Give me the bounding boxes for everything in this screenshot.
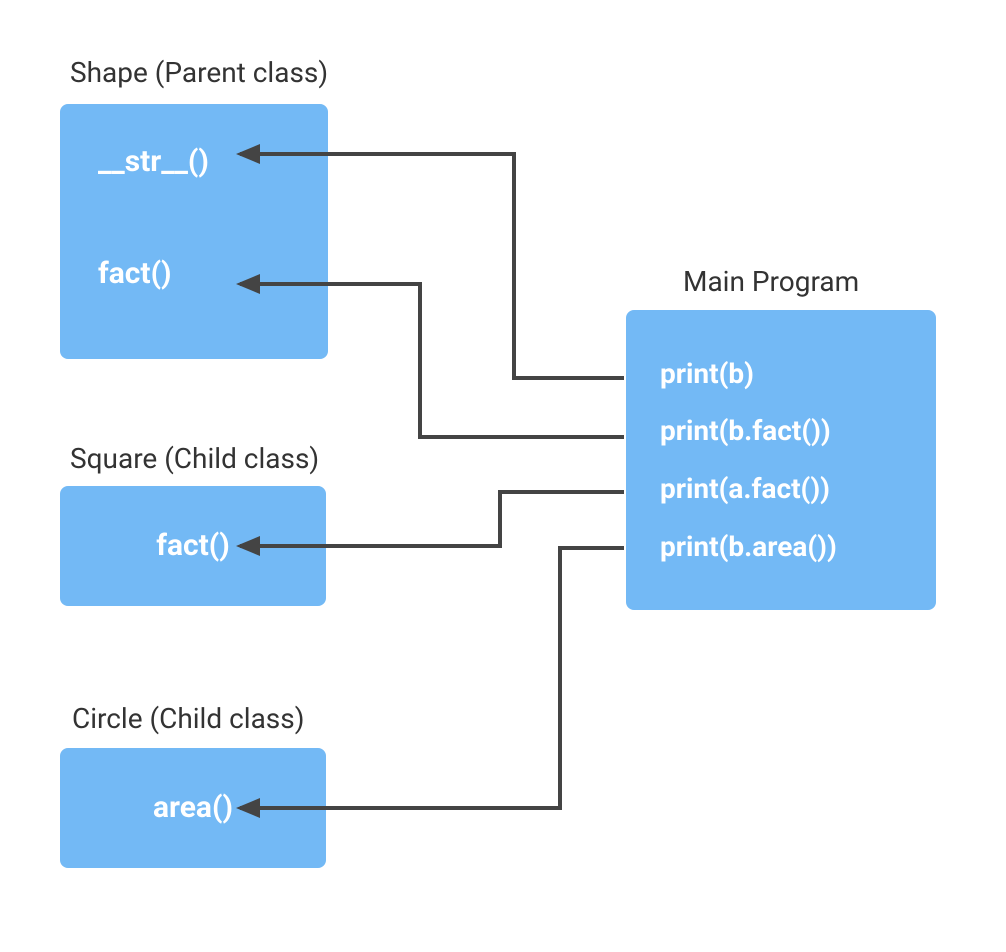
square-label: Square (Child class)	[70, 442, 319, 475]
shape-box: __str__() fact()	[60, 104, 328, 359]
shape-label: Shape (Parent class)	[70, 56, 328, 89]
main-line-print-b-fact: print(b.fact())	[660, 414, 831, 448]
diagram-canvas: Shape (Parent class) Square (Child class…	[0, 0, 1006, 952]
main-line-print-b-area: print(b.area())	[660, 530, 837, 564]
square-method-fact: fact()	[156, 528, 230, 564]
main-label: Main Program	[683, 265, 859, 298]
circle-method-area: area()	[153, 790, 233, 826]
main-line-print-a-fact: print(a.fact())	[660, 472, 830, 506]
circle-box: area()	[60, 748, 326, 868]
main-box: print(b) print(b.fact()) print(a.fact())…	[626, 310, 936, 610]
circle-label: Circle (Child class)	[72, 702, 304, 735]
main-line-print-b: print(b)	[660, 357, 754, 391]
square-box: fact()	[60, 486, 326, 606]
shape-method-fact: fact()	[98, 256, 172, 292]
shape-method-str: __str__()	[98, 144, 209, 180]
